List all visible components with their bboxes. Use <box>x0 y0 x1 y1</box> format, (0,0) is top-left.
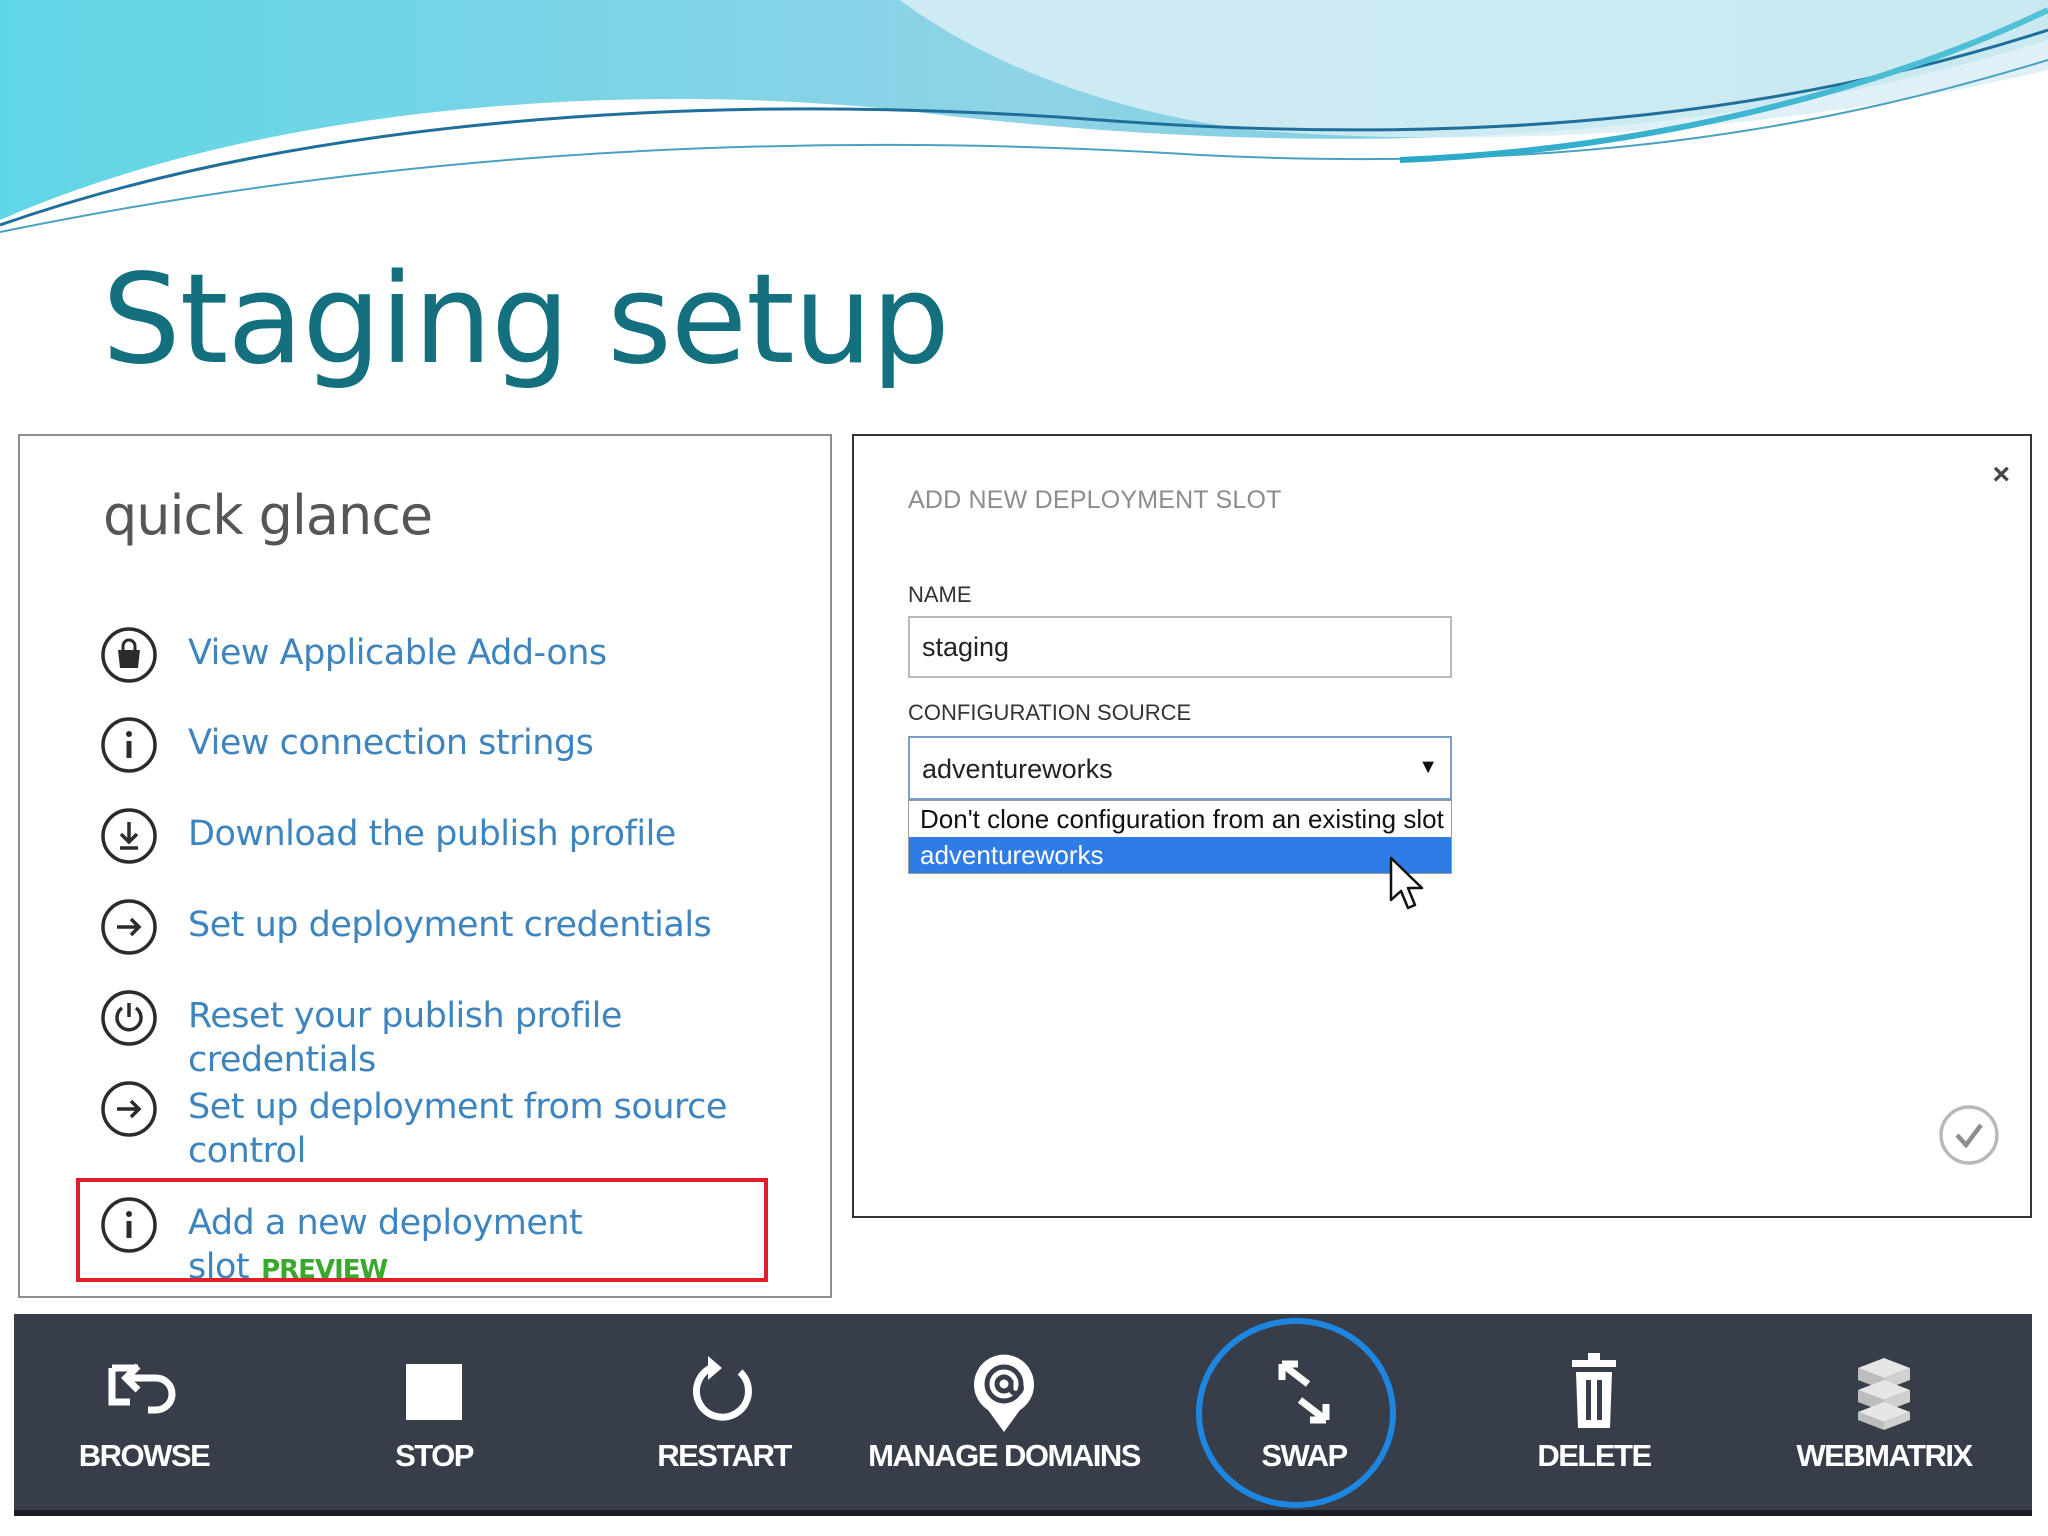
close-button[interactable]: × <box>1992 458 2010 492</box>
quick-glance-label: Reset your publish profile credentials <box>188 996 622 1080</box>
quick-glance-item-source-control[interactable]: Set up deployment from source control <box>100 1080 788 1173</box>
stop-label: STOP <box>395 1438 474 1473</box>
manage-domains-button[interactable]: MANAGE DOMAINS <box>859 1314 1149 1510</box>
quick-glance-item-connection-strings[interactable]: View connection strings <box>100 716 788 774</box>
quick-glance-panel: quick glance View Applicable Add-ons Vie… <box>18 434 832 1298</box>
arrow-right-circle-icon <box>101 1081 157 1137</box>
quick-glance-label: Download the publish profile <box>188 814 676 854</box>
quick-glance-item-reset-credentials[interactable]: Reset your publish profile credentials <box>100 989 788 1082</box>
select-value: adventureworks <box>922 754 1113 784</box>
at-pin-icon <box>974 1354 1034 1432</box>
dropdown-arrow-icon: ▼ <box>1418 756 1438 778</box>
trash-icon <box>1572 1353 1616 1428</box>
stop-button[interactable]: STOP <box>319 1314 549 1510</box>
delete-label: DELETE <box>1537 1438 1652 1473</box>
configuration-source-label: CONFIGURATION SOURCE <box>908 700 1192 725</box>
mouse-cursor-icon <box>1389 856 1424 910</box>
banner-waves <box>0 0 2048 233</box>
swap-highlight-ring <box>1196 1318 1396 1508</box>
option-adventureworks[interactable]: adventureworks <box>909 837 1451 873</box>
restart-label: RESTART <box>657 1438 792 1473</box>
configuration-source-options: Don't clone configuration from an existi… <box>908 800 1452 874</box>
slide-title: Staging setup <box>102 248 950 392</box>
quick-glance-label: Set up deployment from source control <box>188 1087 727 1171</box>
info-icon <box>101 717 157 773</box>
quick-glance-heading: quick glance <box>103 484 433 547</box>
bottom-border <box>14 1510 2032 1516</box>
quick-glance-item-deployment-credentials[interactable]: Set up deployment credentials <box>100 898 788 956</box>
quick-glance-label: Set up deployment credentials <box>188 905 712 945</box>
option-dont-clone[interactable]: Don't clone configuration from an existi… <box>909 801 1451 837</box>
webmatrix-label: WEBMATRIX <box>1796 1438 1973 1473</box>
quick-glance-label: View Applicable Add-ons <box>188 633 607 673</box>
shopping-bag-icon <box>101 627 157 683</box>
restart-button[interactable]: RESTART <box>609 1314 839 1510</box>
restart-icon <box>692 1356 752 1421</box>
manage-domains-label: MANAGE DOMAINS <box>868 1438 1141 1473</box>
highlight-box <box>76 1178 768 1282</box>
quick-glance-label: View connection strings <box>188 723 594 763</box>
power-reset-icon <box>101 990 157 1046</box>
quick-glance-item-add-ons[interactable]: View Applicable Add-ons <box>100 626 788 684</box>
delete-button[interactable]: DELETE <box>1479 1314 1709 1510</box>
webmatrix-icon <box>1858 1358 1910 1430</box>
arrow-right-circle-icon <box>101 899 157 955</box>
command-bar: BROWSE STOP RESTART MANAGE DOMAINS SWAP <box>14 1314 2032 1510</box>
browse-label: BROWSE <box>78 1438 211 1473</box>
name-input[interactable] <box>908 616 1452 678</box>
browse-icon <box>108 1363 176 1414</box>
add-deployment-slot-dialog: × ADD NEW DEPLOYMENT SLOT NAME CONFIGURA… <box>852 434 2032 1218</box>
download-icon <box>101 808 157 864</box>
webmatrix-button[interactable]: WEBMATRIX <box>1759 1314 2009 1510</box>
quick-glance-item-download-profile[interactable]: Download the publish profile <box>100 807 788 865</box>
name-label: NAME <box>908 582 972 607</box>
configuration-source-select[interactable]: adventureworks ▼ <box>908 736 1452 800</box>
browse-button[interactable]: BROWSE <box>29 1314 259 1510</box>
dialog-title: ADD NEW DEPLOYMENT SLOT <box>908 486 1282 514</box>
stop-icon <box>406 1364 462 1420</box>
confirm-checkmark-button[interactable] <box>1938 1104 2000 1166</box>
